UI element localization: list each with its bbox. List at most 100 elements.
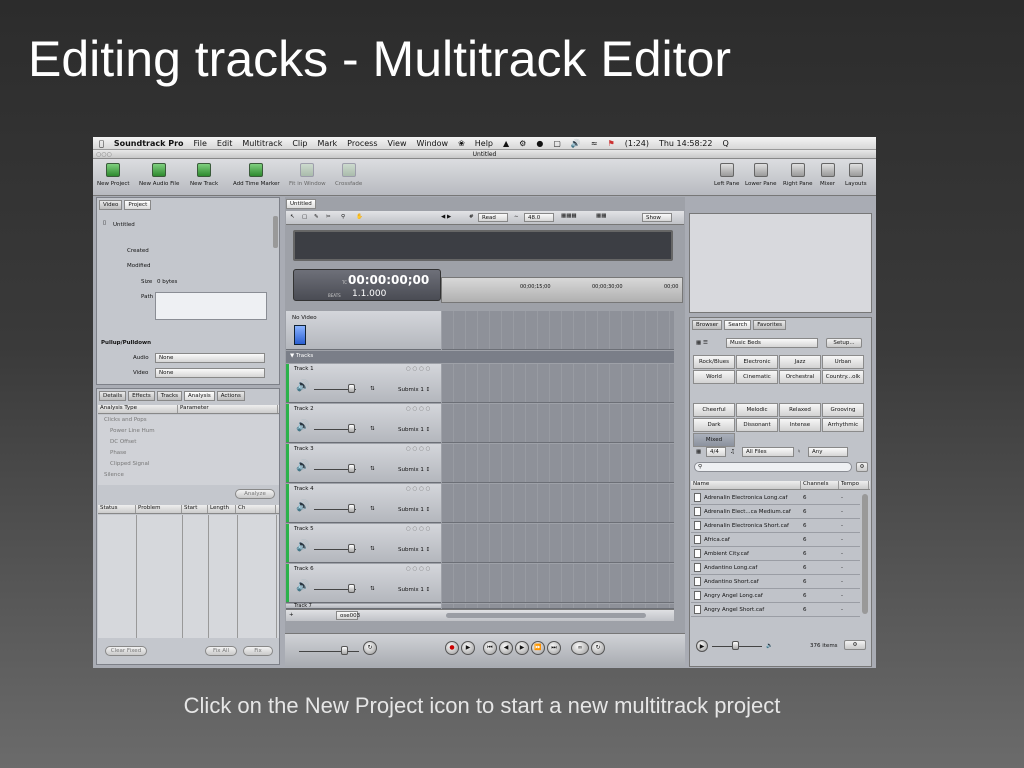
loop-button[interactable]: ∞	[571, 641, 589, 655]
track-lane[interactable]	[442, 484, 674, 523]
flag-icon[interactable]: ⚑	[608, 139, 615, 148]
file-row[interactable]: Adrenalin Electronica Short.caf 6 -	[691, 519, 860, 533]
window-titlebar[interactable]: ○○○ Untitled	[93, 150, 876, 159]
track-header[interactable]: Track 1 ○ ○ ○ ○ 🔊 ⇅ Submix 1 ↕	[286, 364, 441, 403]
tab-untitled-project[interactable]: Untitled	[286, 199, 316, 209]
tab-favorites[interactable]: Favorites	[753, 320, 787, 330]
arrow-tool-icon[interactable]: ↖	[290, 214, 295, 220]
menu-window[interactable]: Window	[417, 139, 449, 148]
tracks-group-header[interactable]: ▼ Tracks	[286, 351, 674, 363]
keyword-button[interactable]: Urban	[822, 355, 864, 369]
analysis-item[interactable]: DC Offset	[110, 439, 136, 445]
horizontal-scrollbar[interactable]	[446, 613, 646, 618]
window-controls-icon[interactable]: ○○○	[96, 150, 112, 159]
key-select[interactable]: Any	[808, 447, 848, 457]
keyword-button[interactable]: Mixed	[693, 433, 735, 447]
script-menu-icon[interactable]: ❀	[458, 139, 465, 148]
track-name[interactable]: Track 2	[294, 406, 314, 412]
track-output[interactable]: Submix 1 ↕	[398, 507, 430, 513]
preview-play-button[interactable]: ▶	[696, 640, 708, 652]
keyword-button[interactable]: World	[693, 370, 735, 384]
track-output[interactable]: Submix 1 ↕	[398, 387, 430, 393]
track-header[interactable]: Track 3 ○ ○ ○ ○ 🔊 ⇅ Submix 1 ↕	[286, 444, 441, 483]
keyword-button[interactable]: Melodic	[736, 403, 778, 417]
track-volume-knob[interactable]	[348, 584, 355, 593]
track-pan-icon[interactable]: ⇅	[370, 386, 375, 392]
track-lane[interactable]	[442, 564, 674, 603]
sync-icon[interactable]: ▲	[503, 139, 509, 148]
keyword-button[interactable]: Cheerful	[693, 403, 735, 417]
search-settings-icon[interactable]: ⚙	[856, 462, 868, 472]
fast-forward-button[interactable]: ⏩	[531, 641, 545, 655]
track-buttons-icon[interactable]: ○ ○ ○ ○	[406, 526, 430, 532]
analysis-item[interactable]: Clicks and Pops	[104, 417, 147, 423]
wifi-icon[interactable]: ≈	[591, 139, 598, 148]
timecode-display[interactable]: TC 00:00:00;00 BEATS 1.1.000	[293, 269, 441, 301]
layouts-button[interactable]: Layouts	[845, 163, 867, 187]
track-volume-knob[interactable]	[348, 424, 355, 433]
spotlight-icon[interactable]: Q	[722, 139, 728, 148]
track-buttons-icon[interactable]: ○ ○ ○ ○	[406, 406, 430, 412]
new-track-button[interactable]: New Track	[190, 163, 218, 187]
app-menu[interactable]: Soundtrack Pro	[114, 139, 184, 148]
track-output[interactable]: Submix 1 ↕	[398, 547, 430, 553]
tab-video[interactable]: Video	[99, 200, 123, 210]
track-header[interactable]: Track 5 ○ ○ ○ ○ 🔊 ⇅ Submix 1 ↕	[286, 524, 441, 563]
crossfade-button[interactable]: Crossfade	[335, 163, 362, 187]
fix-all-button[interactable]: Fix All	[205, 646, 237, 656]
selection-tool-icon[interactable]: ▢	[302, 214, 307, 220]
blade-tool-icon[interactable]: ✂	[326, 214, 331, 220]
file-row[interactable]: Africa.caf 6 -	[691, 533, 860, 547]
clear-fixed-button[interactable]: Clear Fixed	[105, 646, 147, 656]
audio-pullup-select[interactable]: None	[155, 353, 265, 363]
menu-process[interactable]: Process	[347, 139, 377, 148]
mixer-button[interactable]: Mixer	[820, 163, 835, 187]
preview-volume-knob[interactable]	[732, 641, 739, 650]
path-field[interactable]	[155, 292, 267, 320]
apple-menu-icon[interactable]: 	[99, 139, 104, 148]
analysis-item[interactable]: Phase	[110, 450, 126, 456]
keyword-button[interactable]: Intense	[779, 418, 821, 432]
track-header[interactable]: Track 2 ○ ○ ○ ○ 🔊 ⇅ Submix 1 ↕	[286, 404, 441, 443]
track-lane[interactable]	[442, 444, 674, 483]
master-volume-knob[interactable]	[341, 646, 348, 655]
file-row[interactable]: Adrenalin Elect...ca Medium.caf 6 -	[691, 505, 860, 519]
tab-details[interactable]: Details	[99, 391, 127, 401]
add-time-marker-button[interactable]: Add Time Marker	[233, 163, 280, 187]
track-header[interactable]: Track 6 ○ ○ ○ ○ 🔊 ⇅ Submix 1 ↕	[286, 564, 441, 603]
nudge-arrows-icon[interactable]: ◀ ▶	[441, 214, 451, 220]
volume-reset-icon[interactable]: ↻	[363, 641, 377, 655]
search-input[interactable]: ⚲	[694, 462, 852, 472]
display-icon[interactable]: ▢	[553, 139, 561, 148]
analysis-item[interactable]: Silence	[104, 472, 124, 478]
menu-multitrack[interactable]: Multitrack	[242, 139, 282, 148]
track-buttons-icon[interactable]: ○ ○ ○ ○	[406, 486, 430, 492]
go-end-button[interactable]: ⏭	[547, 641, 561, 655]
tab-effects[interactable]: Effects	[128, 391, 155, 401]
track-pan-icon[interactable]: ⇅	[370, 466, 375, 472]
track-buttons-icon[interactable]: ○ ○ ○ ○	[406, 366, 430, 372]
analysis-item[interactable]: Clipped Signal	[110, 461, 149, 467]
project-scrollbar[interactable]	[273, 216, 278, 248]
view-toggle-icon[interactable]: ▦ ☰	[696, 340, 708, 346]
battery-status[interactable]: (1:24)	[625, 139, 649, 148]
track-output[interactable]: Submix 1 ↕	[398, 427, 430, 433]
track-volume-knob[interactable]	[348, 384, 355, 393]
menu-mark[interactable]: Mark	[317, 139, 337, 148]
tab-tracks[interactable]: Tracks	[156, 391, 183, 401]
tab-actions[interactable]: Actions	[216, 391, 245, 401]
timeline-overview[interactable]	[293, 230, 673, 261]
view-mode-icon[interactable]: ▦▦▦	[561, 213, 577, 219]
track-volume-knob[interactable]	[348, 504, 355, 513]
track-lane[interactable]	[442, 364, 674, 403]
menu-file[interactable]: File	[194, 139, 207, 148]
track-volume-knob[interactable]	[348, 544, 355, 553]
track-output[interactable]: Submix 1 ↕	[398, 467, 430, 473]
analyze-button[interactable]: Analyze	[235, 489, 275, 499]
keyword-button[interactable]: Arrhythmic	[822, 418, 864, 432]
music-category-select[interactable]: Music Beds	[726, 338, 818, 348]
keyword-button[interactable]: Cinematic	[736, 370, 778, 384]
tab-browser[interactable]: Browser	[692, 320, 723, 330]
file-list-scrollbar[interactable]	[862, 494, 868, 614]
track-name[interactable]: Track 4	[294, 486, 314, 492]
